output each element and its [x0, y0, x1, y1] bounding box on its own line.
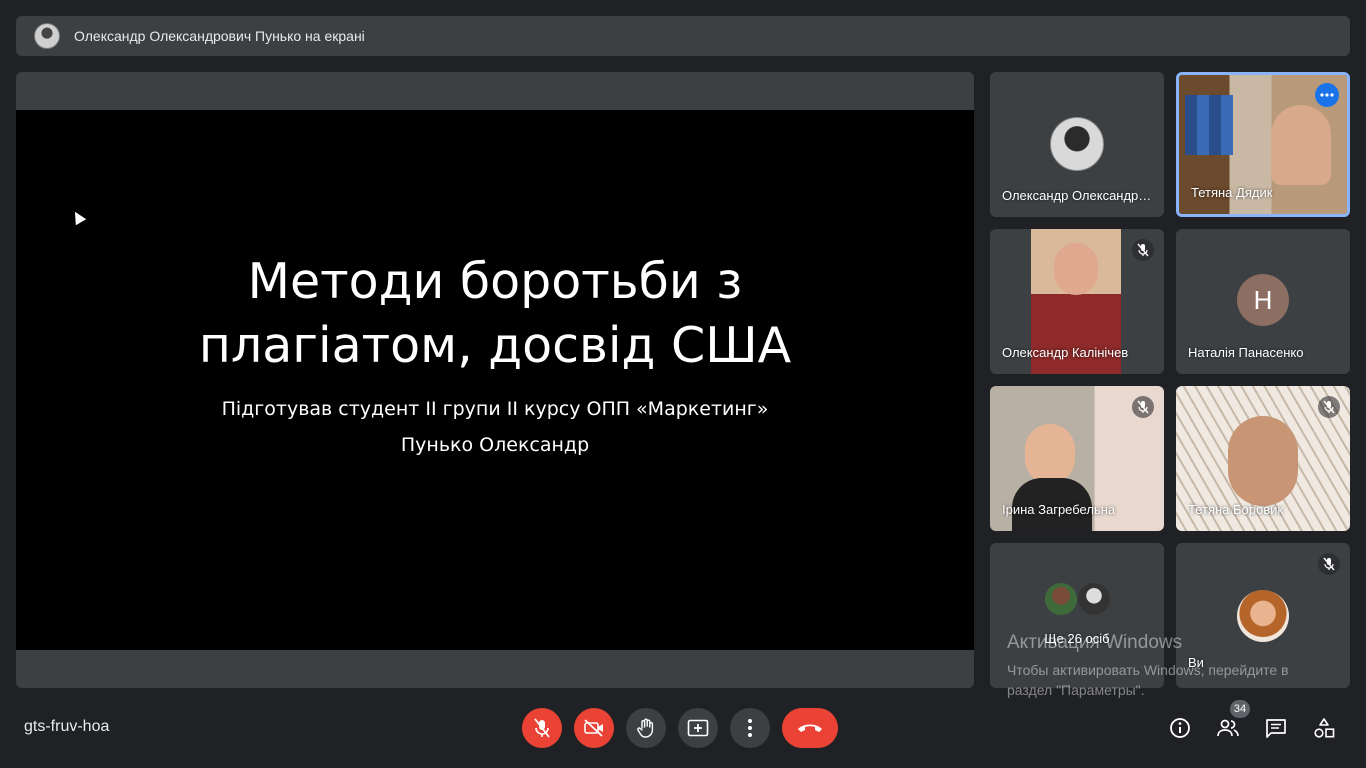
mic-off-icon: [1132, 239, 1154, 261]
camera-toggle-button[interactable]: [574, 708, 614, 748]
slide-title-line1: Методи боротьби з: [247, 253, 743, 310]
participant-tile-active[interactable]: Тетяна Дядик: [1176, 72, 1350, 217]
participant-avatar: [1078, 583, 1110, 615]
video-shelf: [1185, 95, 1233, 155]
presentation-slide: Методи боротьби з плагіатом, досвід США …: [16, 110, 974, 650]
microphone-toggle-button[interactable]: [522, 708, 562, 748]
participant-name: Тетяна Дядик: [1191, 185, 1273, 200]
participant-name: Олександр Олександрович Пунько: [1002, 188, 1152, 203]
participant-tile[interactable]: Ірина Загребельна: [990, 386, 1164, 531]
present-icon: [687, 719, 709, 737]
participant-avatar: [1045, 583, 1077, 615]
video-person: [1271, 105, 1331, 185]
raise-hand-button[interactable]: [626, 708, 666, 748]
participant-tile[interactable]: Олександр Калінічев: [990, 229, 1164, 374]
activities-icon: [1314, 718, 1335, 738]
presenter-banner-text: Олександр Олександрович Пунько на екрані: [74, 28, 365, 44]
activities-button[interactable]: [1312, 716, 1336, 740]
video-person: [1054, 243, 1098, 295]
people-icon: [1217, 719, 1239, 737]
more-options-button[interactable]: [1315, 83, 1339, 107]
participants-button[interactable]: [1216, 716, 1240, 740]
slide-title-line2: плагіатом, досвід США: [198, 317, 792, 374]
watermark-line2: Чтобы активировать Windows, перейдите в: [1007, 662, 1289, 678]
chat-button[interactable]: [1264, 716, 1288, 740]
meeting-code: gts-fruv-hoa: [24, 718, 110, 735]
participant-tile[interactable]: Тетяна Боровик: [1176, 386, 1350, 531]
slide-subtitle-line2: Пунько Олександр: [400, 434, 590, 456]
participant-avatar: [1050, 117, 1104, 171]
participants-count-badge: 34: [1230, 700, 1250, 718]
presenter-avatar: [34, 23, 60, 49]
video-person: [1228, 416, 1298, 506]
participant-name: Наталія Панасенко: [1188, 345, 1304, 360]
slide-subtitle-line1: Підготував студент ІІ групи ІІ курсу ОПП…: [221, 398, 769, 420]
meeting-details-button[interactable]: [1168, 716, 1192, 740]
info-icon: [1170, 718, 1190, 738]
watermark-title: Активация Windows: [1007, 632, 1183, 653]
more-options-button[interactable]: [730, 708, 770, 748]
mic-off-icon: [534, 718, 550, 738]
present-screen-button[interactable]: [678, 708, 718, 748]
phone-hangup-icon: [798, 724, 822, 732]
camera-off-icon: [584, 719, 603, 737]
mic-off-icon: [1318, 553, 1340, 575]
participant-name: Тетяна Боровик: [1188, 502, 1284, 517]
participant-name: Олександр Калінічев: [1002, 345, 1129, 360]
chat-icon: [1266, 719, 1286, 738]
presenter-banner: Олександр Олександрович Пунько на екрані: [16, 16, 1350, 56]
more-dots-icon: [1320, 93, 1334, 97]
hand-icon: [637, 718, 654, 738]
leave-call-button[interactable]: [782, 708, 838, 748]
mic-off-icon: [1132, 396, 1154, 418]
video-person: [1025, 424, 1075, 484]
participant-avatar-letter: Н: [1237, 274, 1289, 326]
watermark-line3: раздел "Параметры".: [1007, 682, 1145, 698]
windows-activation-watermark: Активация Windows Чтобы активировать Win…: [1007, 632, 1289, 700]
participant-name: Ірина Загребельна: [1002, 502, 1116, 517]
participant-tile[interactable]: Олександр Олександрович Пунько: [990, 72, 1164, 217]
slide-title: Методи боротьби з плагіатом, досвід США: [16, 250, 974, 378]
participant-tile[interactable]: Н Наталія Панасенко: [1176, 229, 1350, 374]
presentation-area: Методи боротьби з плагіатом, досвід США …: [16, 72, 974, 688]
more-vert-icon: [748, 719, 752, 737]
mic-off-icon: [1318, 396, 1340, 418]
